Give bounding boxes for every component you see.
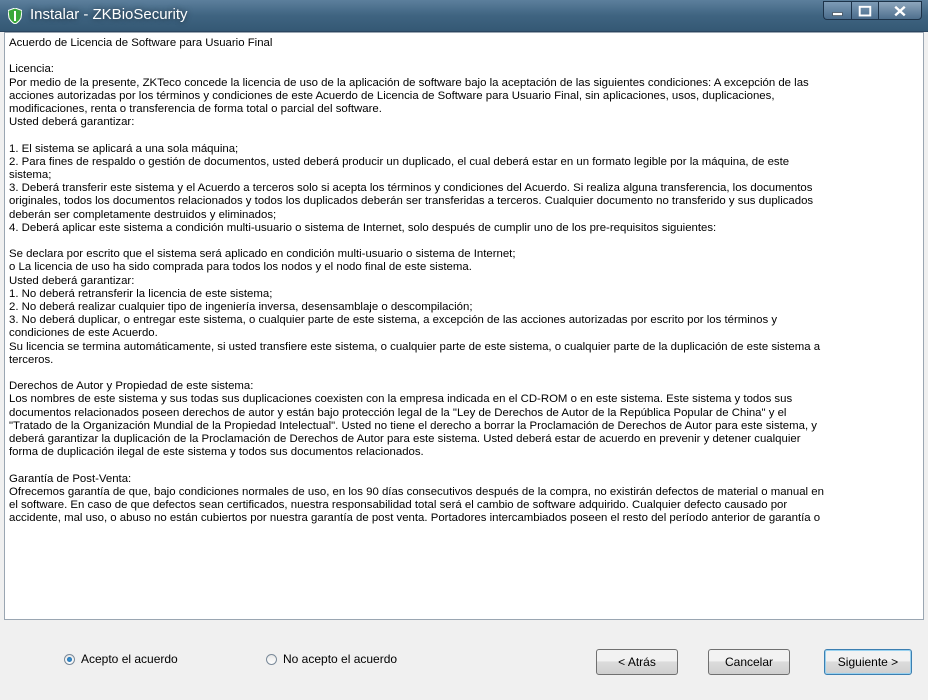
accept-label: Acepto el acuerdo [81,652,178,666]
cancel-button[interactable]: Cancelar [708,649,790,675]
close-button[interactable] [878,1,922,20]
maximize-button[interactable] [851,1,878,20]
license-paragraph: Acuerdo de Licencia de Software para Usu… [9,37,273,49]
minimize-button[interactable] [823,1,851,20]
radio-checked-icon[interactable] [64,653,75,665]
license-paragraph: Garantía de Post-Venta: Ofrecemos garant… [9,472,824,525]
maximize-icon [858,5,872,17]
license-paragraph: Se declara por escrito que el sistema se… [9,248,821,366]
close-icon [894,5,906,17]
minimize-icon [832,12,843,16]
accept-radio[interactable]: Acepto el acuerdo [64,652,178,666]
license-text: Acuerdo de Licencia de Software para Usu… [5,33,923,525]
shield-icon [8,8,22,24]
back-button[interactable]: < Atrás [596,649,678,675]
next-button[interactable]: Siguiente > [824,649,912,675]
decline-label: No acepto el acuerdo [283,652,398,666]
window-controls [823,1,922,20]
window-title: Instalar - ZKBioSecurity [30,6,188,23]
radio-unchecked-icon[interactable] [266,653,277,665]
license-paragraph: Derechos de Autor y Propiedad de este si… [9,380,817,459]
license-paragraph: 1. El sistema se aplicará a una sola máq… [9,142,814,234]
license-text-area[interactable]: Acuerdo de Licencia de Software para Usu… [4,32,924,620]
title-bar: Instalar - ZKBioSecurity [0,0,928,32]
decline-radio[interactable]: No acepto el acuerdo [266,652,397,666]
license-paragraph: Licencia: Por medio de la presente, ZKTe… [9,63,809,129]
